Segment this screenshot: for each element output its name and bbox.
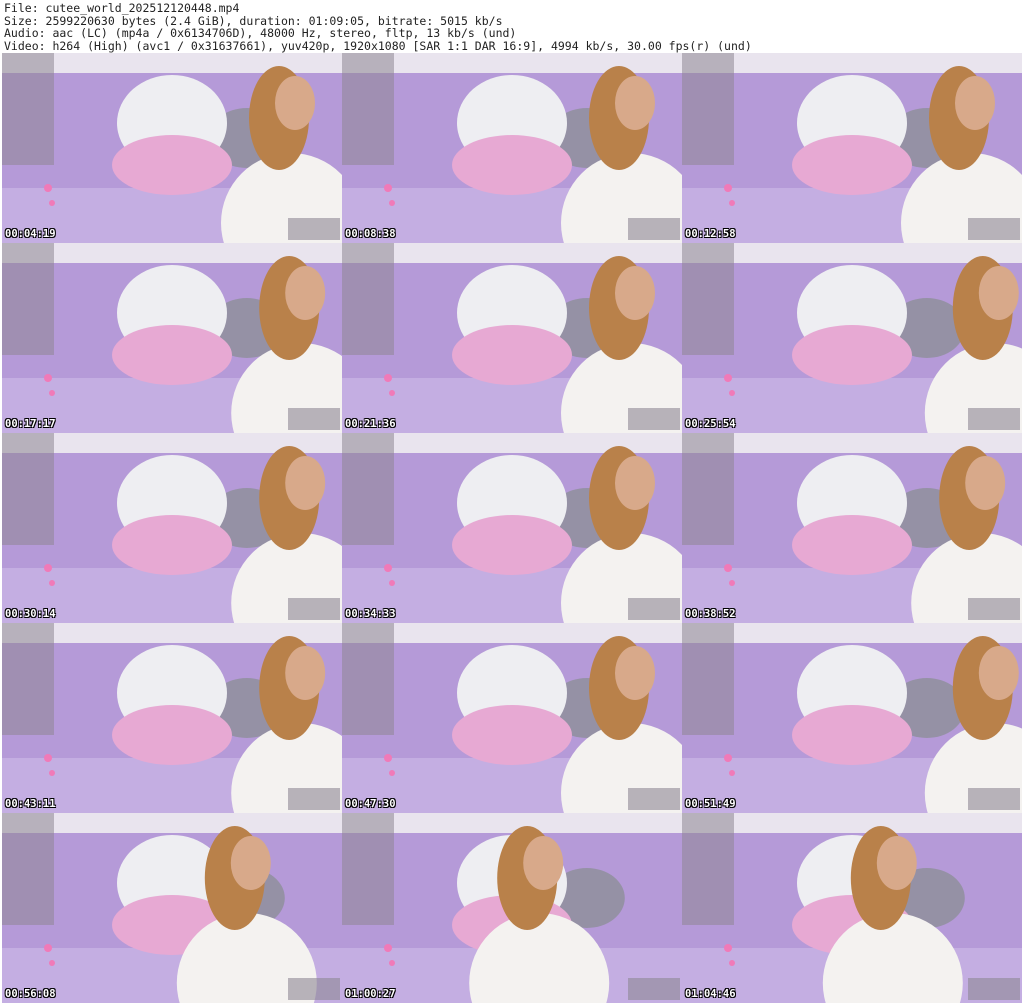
video-thumbnail: 00:21:36 [342,243,682,433]
frame-image [682,623,1022,813]
timestamp-label: 01:00:27 [345,988,396,1000]
video-thumbnail: 00:34:33 [342,433,682,623]
timestamp-label: 00:56:08 [5,988,56,1000]
frame-image [2,53,342,243]
video-thumbnail: 00:17:17 [2,243,342,433]
video-thumbnail: 00:04:19 [2,53,342,243]
video-line: Video: h264 (High) (avc1 / 0x31637661), … [4,38,752,53]
frame-image [682,433,1022,623]
timestamp-label: 00:47:30 [345,798,396,810]
file-info-header: File: cutee_world_202512120448.mp4 Size:… [0,0,1024,53]
frame-image [342,813,682,1003]
timestamp-label: 00:21:36 [345,418,396,430]
timestamp-label: 00:08:38 [345,228,396,240]
video-thumbnail: 00:38:52 [682,433,1022,623]
frame-image [342,243,682,433]
video-thumbnail: 01:00:27 [342,813,682,1003]
frame-image [2,813,342,1003]
frame-image [682,243,1022,433]
video-thumbnail: 00:08:38 [342,53,682,243]
audio-line: Audio: aac (LC) (mp4a / 0x6134706D), 480… [4,26,517,40]
timestamp-label: 00:12:58 [685,228,736,240]
frame-image [2,623,342,813]
video-thumbnail: 00:51:49 [682,623,1022,813]
timestamp-label: 00:34:33 [345,608,396,620]
timestamp-label: 00:43:11 [5,798,56,810]
video-thumbnail: 00:56:08 [2,813,342,1003]
frame-image [682,53,1022,243]
frame-image [342,433,682,623]
timestamp-label: 00:04:19 [5,228,56,240]
video-thumbnail: 01:04:46 [682,813,1022,1003]
file-line: File: cutee_world_202512120448.mp4 [4,1,240,15]
video-thumbnail: 00:25:54 [682,243,1022,433]
video-thumbnail: 00:12:58 [682,53,1022,243]
timestamp-label: 00:30:14 [5,608,56,620]
thumbnail-grid: 00:04:19 00:08:38 00:12:58 00:17:17 00:2… [2,53,1022,1003]
timestamp-label: 00:38:52 [685,608,736,620]
frame-image [682,813,1022,1003]
timestamp-label: 00:25:54 [685,418,736,430]
timestamp-label: 00:17:17 [5,418,56,430]
frame-image [342,53,682,243]
frame-image [342,623,682,813]
video-thumbnail: 00:30:14 [2,433,342,623]
frame-image [2,433,342,623]
video-thumbnail: 00:43:11 [2,623,342,813]
timestamp-label: 00:51:49 [685,798,736,810]
timestamp-label: 01:04:46 [685,988,736,1000]
video-thumbnail: 00:47:30 [342,623,682,813]
frame-image [2,243,342,433]
